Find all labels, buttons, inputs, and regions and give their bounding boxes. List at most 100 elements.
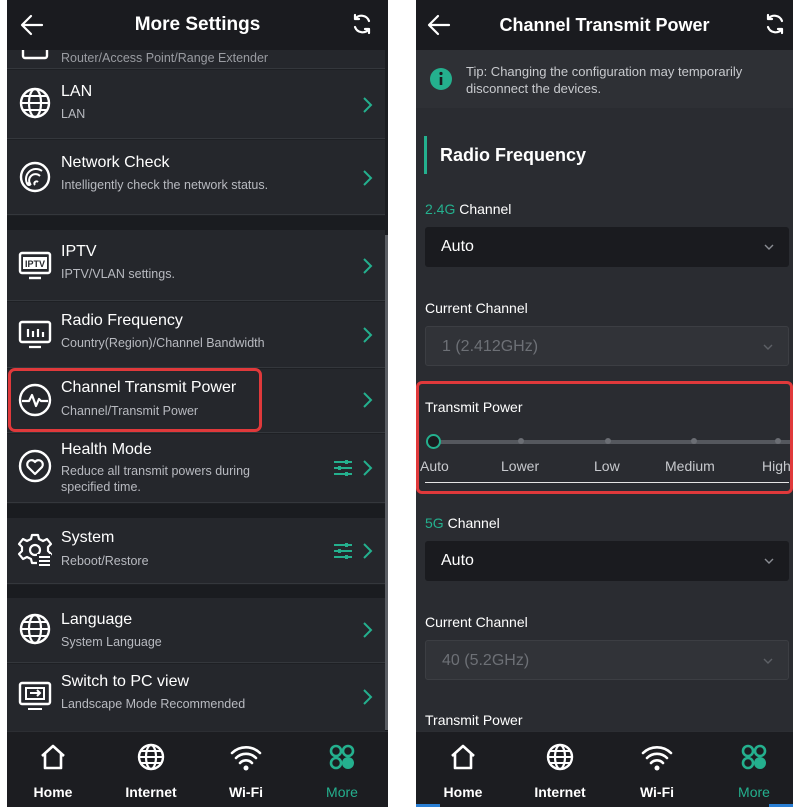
more-apps-icon [741, 744, 767, 770]
nav-home[interactable]: Home [418, 732, 508, 807]
list-item-system[interactable]: System Reboot/Restore [7, 518, 385, 584]
list-item-sub: System Language [61, 635, 162, 649]
list-item-sub: Country(Region)/Channel Bandwidth [61, 336, 265, 350]
nav-home-label: Home [33, 784, 73, 800]
back-arrow-icon[interactable] [426, 12, 452, 38]
list-item-mode[interactable]: Router/Access Point/Range Extender [7, 50, 385, 69]
page-title: More Settings [134, 14, 261, 35]
globe-icon [137, 743, 165, 771]
home-icon [41, 744, 65, 770]
channel-label-text: Channel [455, 201, 512, 217]
heart-icon [18, 449, 52, 483]
back-arrow-icon[interactable] [19, 12, 45, 38]
list-item-label: IPTV [61, 243, 97, 260]
list-item-label: Health Mode [61, 441, 152, 458]
select-value: Auto [441, 552, 474, 569]
info-icon [430, 68, 452, 90]
chevron-right-icon [363, 543, 373, 559]
nav-home-label: Home [443, 784, 483, 800]
list-item-sub: Intelligently check the network status. [61, 178, 269, 192]
current-channel-5g-label: Current Channel [425, 614, 528, 630]
nav-more-label: More [326, 784, 358, 800]
chevron-down-icon [763, 658, 773, 664]
more-settings-screen: More Settings Router/Access Point/Range … [7, 0, 388, 807]
channel-label-text: Channel [443, 515, 500, 531]
nav-home[interactable]: Home [8, 732, 98, 807]
header: Channel Transmit Power [416, 0, 793, 50]
nav-internet-label: Internet [534, 784, 586, 800]
chevron-right-icon [363, 170, 373, 186]
nav-internet[interactable]: Internet [106, 732, 196, 807]
section-divider [7, 585, 385, 598]
list-item-sub: LAN [61, 107, 86, 121]
list-item-lan[interactable]: LAN LAN [7, 70, 385, 139]
highlight-box [416, 381, 793, 494]
router-icon [21, 50, 49, 60]
settings-sliders-icon[interactable] [333, 542, 353, 560]
chevron-right-icon [363, 258, 373, 274]
current-channel-label: Current Channel [425, 300, 528, 316]
bottom-nav: Home Internet Wi-Fi More [7, 731, 388, 807]
highlight-box [8, 368, 262, 432]
iptv-icon: IPTV [18, 251, 52, 280]
nav-wifi[interactable]: Wi-Fi [612, 732, 702, 807]
settings-sliders-icon[interactable] [333, 459, 353, 477]
nav-internet-label: Internet [125, 784, 177, 800]
tip-text: Tip: Changing the configuration may temp… [466, 64, 743, 96]
home-icon [451, 744, 475, 770]
list-item-iptv[interactable]: IPTV IPTV IPTV/VLAN settings. [7, 230, 385, 301]
channel-5g-label: 5G Channel [425, 515, 500, 531]
list-item-label: LAN [61, 83, 93, 100]
nav-wifi[interactable]: Wi-Fi [201, 732, 291, 807]
list-item-label: Radio Frequency [61, 312, 183, 329]
tip-banner: Tip: Changing the configuration may temp… [416, 50, 793, 108]
channel-24g-label: 2.4G Channel [425, 201, 511, 217]
list-item-pc-view[interactable]: Switch to PC view Landscape Mode Recomme… [7, 664, 385, 731]
list-item-label: System [61, 529, 115, 546]
chevron-right-icon [363, 97, 373, 113]
list-item-sub: Reduce all transmit powers during specif… [61, 464, 250, 494]
refresh-icon[interactable] [763, 12, 787, 36]
chevron-right-icon [363, 327, 373, 343]
section-divider [7, 216, 385, 230]
list-item-sub: Reboot/Restore [61, 554, 149, 568]
channel-24g-select[interactable]: Auto [425, 227, 789, 267]
band-24g: 2.4G [425, 201, 456, 217]
chevron-down-icon [764, 558, 774, 564]
refresh-icon[interactable] [350, 12, 374, 36]
chevron-right-icon [363, 392, 373, 408]
nav-wifi-label: Wi-Fi [228, 784, 264, 800]
channel-5g-select[interactable]: Auto [425, 541, 789, 581]
list-item-sub: IPTV/VLAN settings. [61, 267, 175, 281]
globe-icon [19, 613, 51, 645]
nav-more[interactable]: More [297, 732, 387, 807]
list-item-sub: Landscape Mode Recommended [61, 697, 246, 711]
nav-wifi-label: Wi-Fi [639, 784, 675, 800]
globe-icon [546, 743, 574, 771]
chevron-right-icon [363, 460, 373, 476]
select-value: Auto [441, 238, 474, 255]
scrollbar[interactable] [385, 235, 388, 730]
page-title: Channel Transmit Power [499, 14, 710, 35]
select-value: 1 (2.412GHz) [442, 338, 539, 355]
nav-internet[interactable]: Internet [515, 732, 605, 807]
list-item-language[interactable]: Language System Language [7, 598, 385, 663]
list-item-network-check[interactable]: Network Check Intelligently check the ne… [7, 140, 385, 215]
list-item-sub: Router/Access Point/Range Extender [61, 51, 269, 65]
pc-view-icon [18, 681, 52, 710]
list-item-health-mode[interactable]: Health Mode Reduce all transmit powers d… [7, 434, 385, 503]
current-channel-24g-select: 1 (2.412GHz) [425, 326, 789, 366]
chevron-right-icon [363, 622, 373, 638]
globe-icon [19, 87, 51, 119]
select-value: 40 (5.2GHz) [442, 652, 530, 669]
current-channel-5g-select: 40 (5.2GHz) [425, 640, 789, 680]
transmit-power-5g-label: Transmit Power [425, 712, 523, 728]
section-title: Radio Frequency [424, 136, 586, 174]
list-item-label: Network Check [61, 154, 170, 171]
chevron-down-icon [764, 244, 774, 250]
nav-more[interactable]: More [709, 732, 793, 807]
list-item-radio-frequency[interactable]: Radio Frequency Country(Region)/Channel … [7, 302, 385, 368]
wifi-icon [230, 746, 262, 771]
more-apps-icon [329, 744, 355, 770]
nav-more-label: More [738, 784, 770, 800]
